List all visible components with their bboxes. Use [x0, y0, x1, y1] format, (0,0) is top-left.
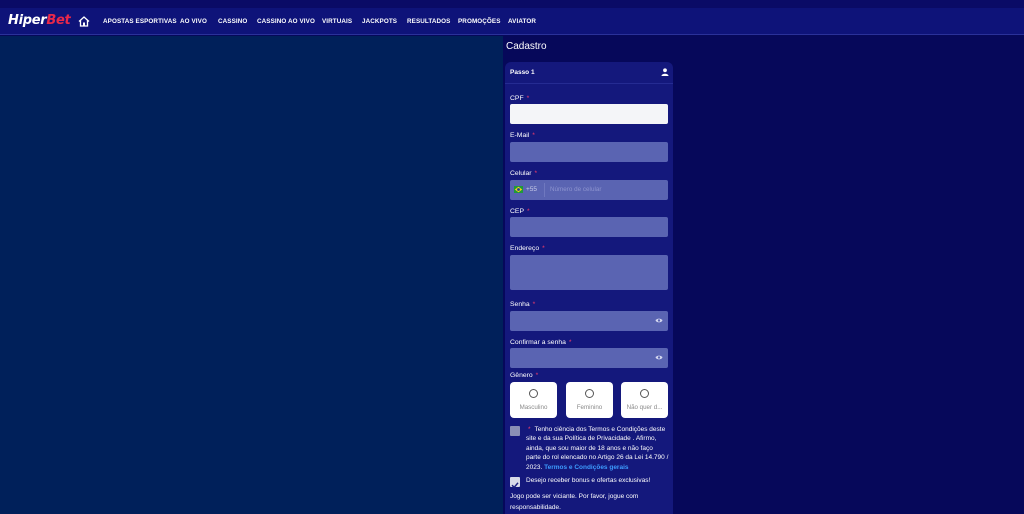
radio-icon[interactable] [585, 389, 594, 398]
phone-field[interactable]: +55 Número de celular [510, 180, 668, 200]
gender-option-feminino[interactable]: Feminino [566, 382, 613, 418]
brazil-flag-icon[interactable] [514, 186, 523, 193]
eye-icon[interactable] [655, 354, 663, 361]
gender-option-label: Masculino [519, 404, 548, 411]
gender-option-masculino[interactable]: Masculino [510, 382, 557, 418]
user-icon [661, 68, 669, 76]
address-input[interactable] [510, 255, 668, 290]
radio-icon[interactable] [640, 389, 649, 398]
cpf-input[interactable] [510, 104, 668, 124]
terms-text: * Tenho ciência dos Termos e Condições de… [526, 426, 669, 471]
top-strip [0, 0, 1024, 8]
phone-country-code[interactable]: +55 [526, 186, 537, 193]
top-navbar: HiperBet APOSTAS ESPORTIVAS AO VIVO CASS… [0, 8, 1024, 35]
address-label: Endereço * [510, 245, 545, 252]
password-input[interactable] [510, 311, 668, 331]
bonus-text: Desejo receber bonus e ofertas exclusiva… [526, 477, 651, 484]
terms-checkbox[interactable] [510, 426, 520, 436]
password-label: Senha * [510, 301, 536, 308]
nav-apostas-esportivas[interactable]: APOSTAS ESPORTIVAS [103, 18, 177, 25]
checkmark-icon [511, 482, 519, 489]
bonus-checkbox[interactable] [510, 477, 520, 489]
step-header: Passo 1 [505, 62, 673, 84]
gender-option-label: Feminino [576, 404, 603, 411]
cep-input[interactable] [510, 217, 668, 237]
email-label: E-Mail * [510, 132, 535, 139]
nav-jackpots[interactable]: JACKPOTS [362, 18, 397, 25]
cep-label: CEP * [510, 208, 530, 215]
eye-icon[interactable] [655, 317, 663, 324]
nav-aviator[interactable]: AVIATOR [508, 18, 536, 25]
phone-divider [544, 183, 545, 197]
step-label: Passo 1 [510, 69, 535, 76]
nav-resultados[interactable]: RESULTADOS [407, 18, 450, 25]
nav-virtuais[interactable]: VIRTUAIS [322, 18, 352, 25]
gender-option-nao-quer[interactable]: Não quer d... [621, 382, 668, 418]
nav-ao-vivo[interactable]: AO VIVO [180, 18, 207, 25]
nav-cassino-ao-vivo[interactable]: CASSINO AO VIVO [257, 18, 315, 25]
left-content-area [0, 36, 503, 514]
gender-option-label: Não quer d... [626, 404, 663, 411]
home-icon[interactable] [78, 16, 90, 27]
terms-link[interactable]: Termos e Condições gerais [544, 464, 628, 471]
phone-placeholder: Número de celular [550, 186, 602, 193]
confirm-password-input[interactable] [510, 348, 668, 368]
responsible-gaming-warning: Jogo pode ser viciante. Por favor, jogue… [510, 493, 639, 511]
hiperbet-logo[interactable]: HiperBet [8, 13, 71, 28]
gender-label: Gênero * [510, 372, 539, 379]
email-input[interactable] [510, 142, 668, 162]
nav-cassino[interactable]: CASSINO [218, 18, 247, 25]
page-title: Cadastro [506, 41, 547, 52]
cpf-label: CPF * [510, 95, 530, 102]
radio-icon[interactable] [529, 389, 538, 398]
confirm-password-label: Confirmar a senha * [510, 339, 572, 346]
nav-promocoes[interactable]: PROMOÇÕES [458, 18, 501, 25]
phone-label: Celular * [510, 170, 538, 177]
